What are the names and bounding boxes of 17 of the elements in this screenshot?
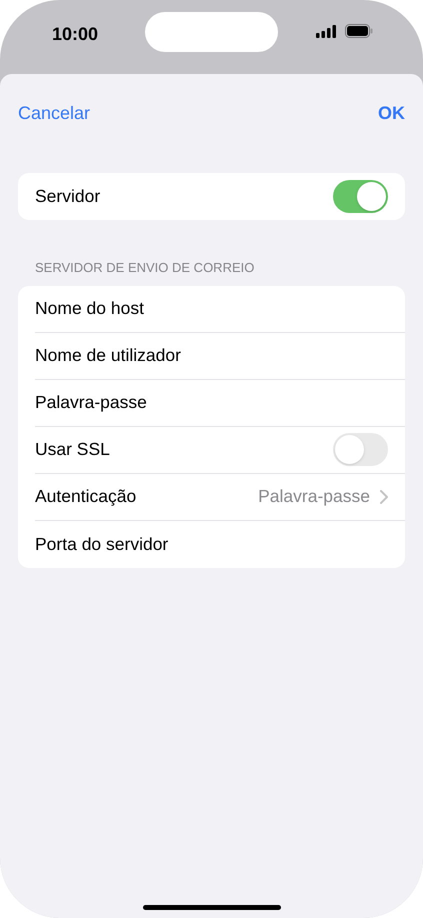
row-value: Palavra-passe <box>258 485 370 508</box>
toggle-switch[interactable] <box>333 180 388 213</box>
toggle-switch[interactable] <box>333 433 388 466</box>
ok-button[interactable]: OK <box>378 100 405 126</box>
row-label: Palavra-passe <box>35 391 148 414</box>
chevron-icon <box>380 490 388 504</box>
row-label: Servidor <box>35 185 102 208</box>
cancel-button[interactable]: Cancelar <box>18 100 90 126</box>
row-label: Nome de utilizador <box>35 344 182 368</box>
battery-icon <box>345 24 373 38</box>
row-label: Porta do servidor <box>35 532 170 556</box>
status-time: 10:00 <box>52 23 98 46</box>
row-label: Usar SSL <box>35 438 111 462</box>
row-label: Autenticação <box>35 485 138 508</box>
row-label: Nome do host <box>35 297 145 320</box>
section-header: SERVIDOR DE ENVIO DE CORREIO <box>35 259 256 277</box>
signal-icon <box>316 25 336 38</box>
